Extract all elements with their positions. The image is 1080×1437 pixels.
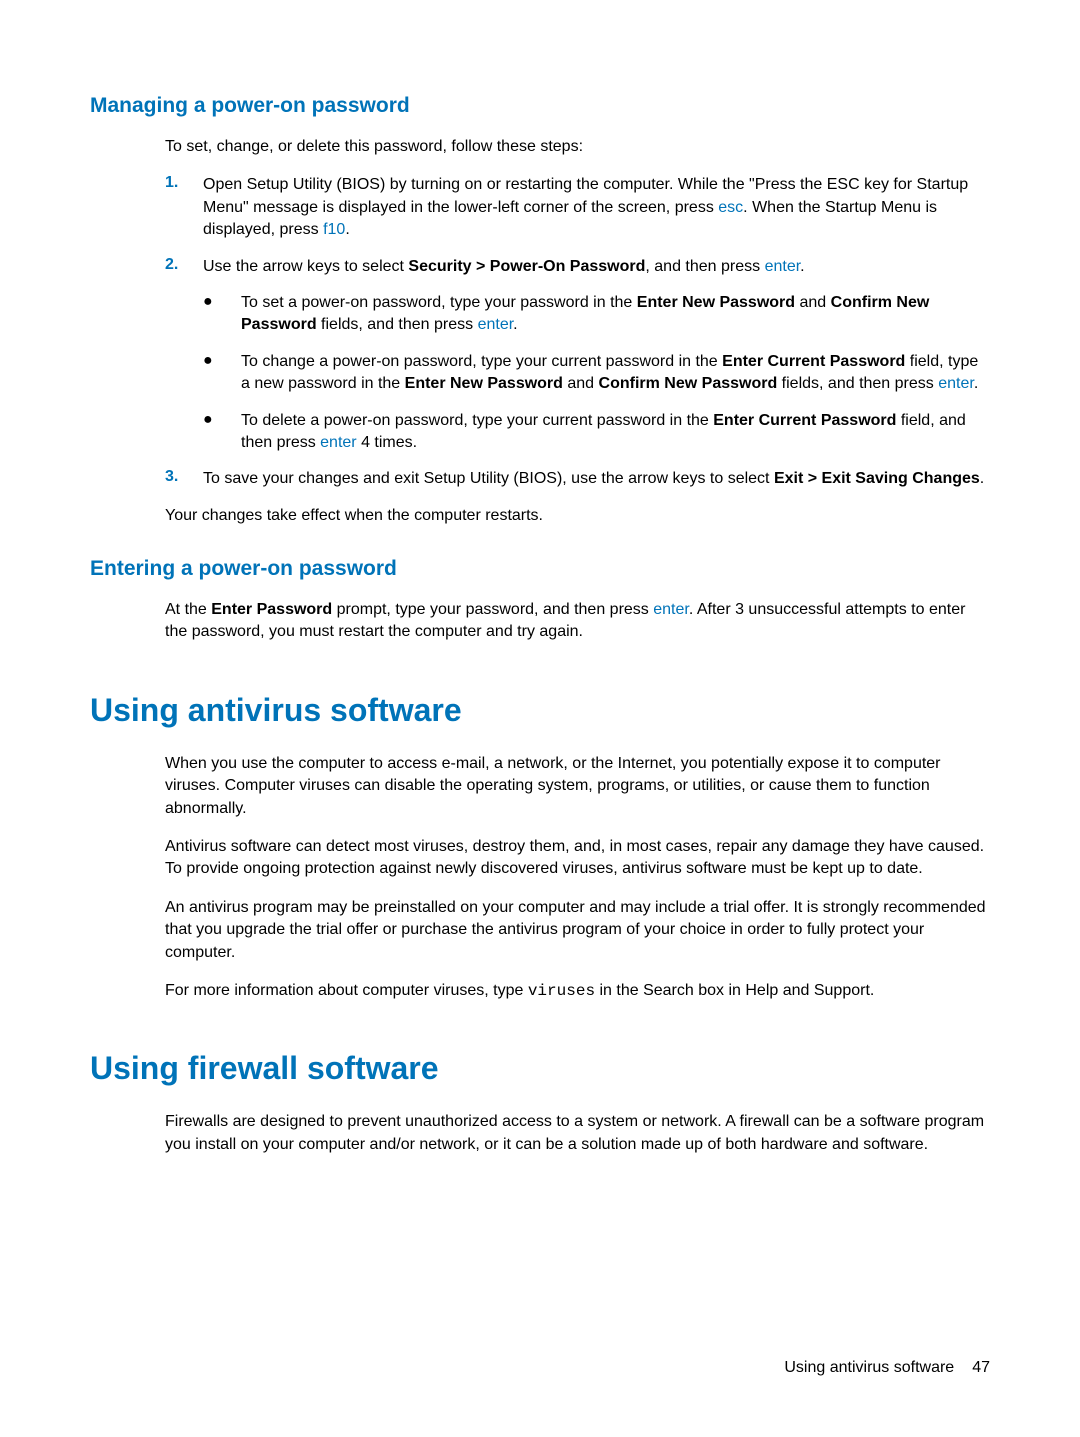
s3-a: To save your changes and exit Setup Util…: [203, 470, 774, 487]
footer-page-number: 47: [972, 1359, 990, 1376]
bs-b1: Enter New Password: [637, 294, 795, 311]
bullet-delete: ● To delete a power-on password, type yo…: [203, 410, 990, 455]
closing-text: Your changes take effect when the comput…: [165, 505, 990, 527]
page-footer: Using antivirus software 47: [784, 1359, 990, 1377]
key-enter-2: enter: [478, 316, 514, 333]
bd-b1: Enter Current Password: [713, 412, 896, 429]
step-1: 1. Open Setup Utility (BIOS) by turning …: [165, 174, 990, 241]
heading-firewall: Using firewall software: [90, 1050, 990, 1087]
s3-b1: Exit > Exit Saving Changes: [774, 470, 980, 487]
bs-d: .: [513, 316, 517, 333]
s3-b: .: [980, 470, 984, 487]
step-2: 2. Use the arrow keys to select Security…: [165, 256, 990, 278]
bullet-delete-content: To delete a power-on password, type your…: [241, 410, 990, 455]
bs-c: fields, and then press: [317, 316, 478, 333]
key-esc: esc: [718, 199, 743, 216]
heading-managing: Managing a power-on password: [90, 94, 990, 118]
ep-a: At the: [165, 601, 211, 618]
step-1-content: Open Setup Utility (BIOS) by turning on …: [203, 174, 990, 241]
bullet-change: ● To change a power-on password, type yo…: [203, 351, 990, 396]
bullet-set-content: To set a power-on password, type your pa…: [241, 292, 990, 337]
step-2-number: 2.: [165, 256, 203, 278]
bc-a: To change a power-on password, type your…: [241, 353, 722, 370]
key-enter-3: enter: [938, 375, 974, 392]
bc-e: .: [974, 375, 978, 392]
heading-entering: Entering a power-on password: [90, 557, 990, 581]
step-2-content: Use the arrow keys to select Security > …: [203, 256, 990, 278]
bd-a: To delete a power-on password, type your…: [241, 412, 713, 429]
entering-paragraph: At the Enter Password prompt, type your …: [165, 599, 990, 644]
bullet-marker: ●: [203, 410, 241, 455]
bullet-marker: ●: [203, 292, 241, 337]
bc-b3: Confirm New Password: [599, 375, 778, 392]
step-3-number: 3.: [165, 468, 203, 490]
bs-a: To set a power-on password, type your pa…: [241, 294, 637, 311]
bullet-change-content: To change a power-on password, type your…: [241, 351, 990, 396]
mono-viruses: viruses: [528, 982, 595, 1000]
firewall-p1: Firewalls are designed to prevent unauth…: [165, 1111, 990, 1156]
ep-b1: Enter Password: [211, 601, 332, 618]
step-2-bold: Security > Power-On Password: [408, 258, 645, 275]
antivirus-p4: For more information about computer viru…: [165, 980, 990, 1002]
antivirus-p2: Antivirus software can detect most virus…: [165, 836, 990, 881]
bullet-marker: ●: [203, 351, 241, 396]
intro-text: To set, change, or delete this password,…: [165, 136, 990, 158]
bullet-set: ● To set a power-on password, type your …: [203, 292, 990, 337]
av4-b: in the Search box in Help and Support.: [595, 982, 874, 999]
bd-c: 4 times.: [357, 434, 417, 451]
bs-b: and: [795, 294, 831, 311]
bc-b2: Enter New Password: [405, 375, 563, 392]
step-2-text-a: Use the arrow keys to select: [203, 258, 408, 275]
step-3: 3. To save your changes and exit Setup U…: [165, 468, 990, 490]
step-2-text-c: .: [800, 258, 804, 275]
step-3-content: To save your changes and exit Setup Util…: [203, 468, 990, 490]
heading-antivirus: Using antivirus software: [90, 692, 990, 729]
step-1-number: 1.: [165, 174, 203, 241]
ep-b: prompt, type your password, and then pre…: [332, 601, 653, 618]
key-enter-4: enter: [320, 434, 356, 451]
footer-label: Using antivirus software: [784, 1359, 954, 1376]
antivirus-p1: When you use the computer to access e-ma…: [165, 753, 990, 820]
av4-a: For more information about computer viru…: [165, 982, 528, 999]
step-2-text-b: , and then press: [645, 258, 764, 275]
bc-b1: Enter Current Password: [722, 353, 905, 370]
key-f10: f10: [323, 221, 345, 238]
antivirus-p3: An antivirus program may be preinstalled…: [165, 897, 990, 964]
bc-d: fields, and then press: [777, 375, 938, 392]
key-enter-5: enter: [653, 601, 689, 618]
step-1-text-c: .: [345, 221, 349, 238]
key-enter: enter: [765, 258, 801, 275]
bc-c: and: [563, 375, 599, 392]
